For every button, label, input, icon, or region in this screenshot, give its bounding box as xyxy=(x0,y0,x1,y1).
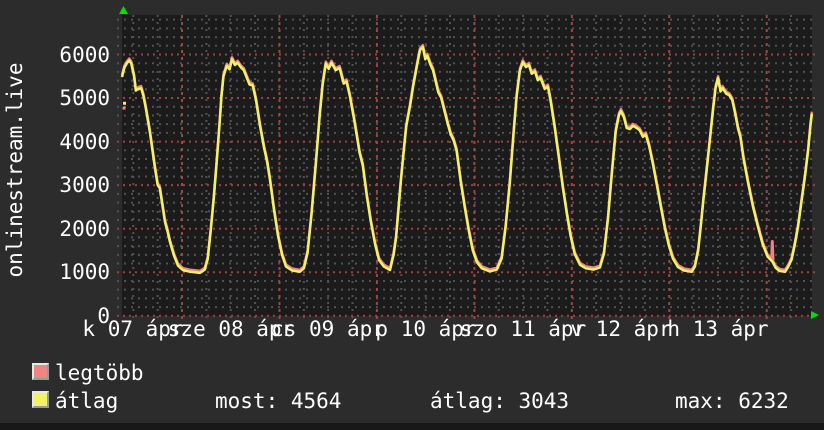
x-axis-day-label: v 12 ápr xyxy=(570,317,671,341)
x-axis-day-label: szo 11 ápr xyxy=(460,317,586,341)
y-axis-tick-label: 6000 xyxy=(0,43,110,67)
series-max-start-dot xyxy=(123,107,126,110)
legend-label: átlag xyxy=(55,389,118,413)
series-avg-start-dot xyxy=(123,102,126,105)
rrdtool-graph: onlinestream.live 0100020003000400050006… xyxy=(0,0,824,430)
y-axis-tick-label: 3000 xyxy=(0,173,110,197)
x-axis-day-label: h 13 ápr xyxy=(667,317,768,341)
plot-background xyxy=(122,15,812,316)
x-axis-day-label: cs 09 ápr xyxy=(271,317,385,341)
legend-swatch-legtobb xyxy=(32,363,49,380)
legend-label: legtöbb xyxy=(55,361,144,385)
x-axis-arrow-right-icon xyxy=(811,311,819,319)
y-axis-tick-label: 5000 xyxy=(0,86,110,110)
y-axis-tick-label: 4000 xyxy=(0,130,110,154)
series-max-spike xyxy=(772,242,773,261)
stat-max: max: 6232 xyxy=(675,389,789,413)
legend-swatch-atlag xyxy=(32,391,49,408)
bottom-strip xyxy=(0,423,824,430)
stat-most: most: 4564 xyxy=(215,389,341,413)
y-axis-tick-label: 1000 xyxy=(0,260,110,284)
y-axis-arrow-up-icon xyxy=(119,6,128,14)
y-axis-tick-label: 2000 xyxy=(0,217,110,241)
stat-atlag: átlag: 3043 xyxy=(430,389,569,413)
